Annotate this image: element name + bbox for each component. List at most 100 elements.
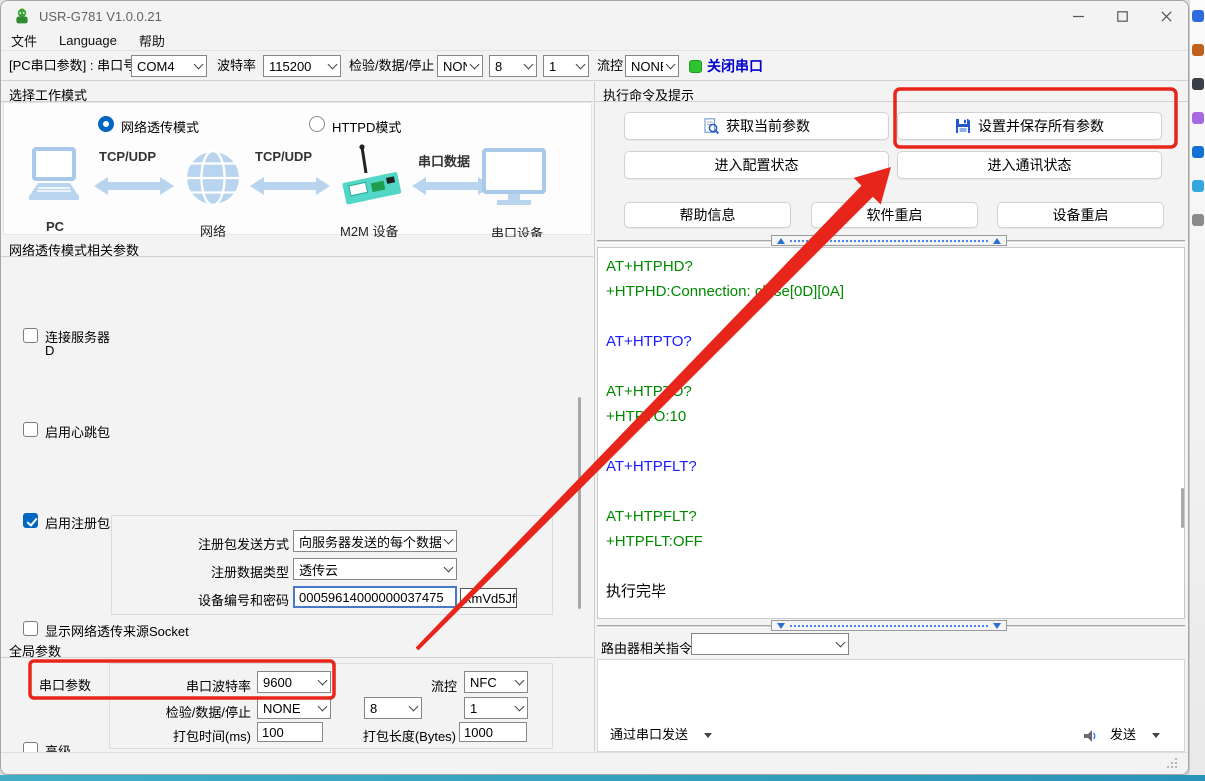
taskbar-edge <box>0 775 1205 781</box>
register-label: 启用注册包 <box>45 513 110 532</box>
bottom-splitter-handle[interactable] <box>771 620 1007 631</box>
toolbox-icon[interactable] <box>1192 44 1204 56</box>
radio-httpd[interactable] <box>309 116 325 132</box>
top-splitter-handle[interactable] <box>771 235 1007 246</box>
log-line: AT+HTPHD? <box>606 254 1176 279</box>
g-baud-select[interactable]: 9600 <box>257 671 331 693</box>
g-baud-label: 串口波特率 <box>121 676 251 695</box>
network-globe-icon <box>184 147 242 209</box>
baud-label: 波特率 <box>217 51 256 80</box>
help-info-button[interactable]: 帮助信息 <box>624 202 791 228</box>
connect-server-checkbox[interactable] <box>23 328 38 343</box>
toolbar: [PC串口参数] : 串口号 COM4 波特率 115200 检验/数据/停止 … <box>1 50 1188 81</box>
save-floppy-icon <box>955 118 971 134</box>
window-controls <box>1056 1 1188 31</box>
com-port-select[interactable]: COM4 <box>131 55 207 77</box>
g-stopbits-select[interactable]: 1 <box>464 697 528 719</box>
send-via-caret-icon[interactable] <box>704 733 712 738</box>
pc-serial-label: [PC串口参数] : 串口号 <box>9 51 136 80</box>
maximize-icon[interactable] <box>1100 1 1144 31</box>
messenger-icon[interactable] <box>1192 180 1204 192</box>
baud-select[interactable]: 115200 <box>263 55 341 77</box>
log-area[interactable]: AT+HTPHD?+HTPHD:Connection: close[0D][0A… <box>597 247 1185 619</box>
g-databits-select[interactable]: 8 <box>364 697 422 719</box>
splitter-arrow-up-icon <box>993 238 1001 244</box>
get-params-button[interactable]: 获取当前参数 <box>624 112 889 140</box>
pack-len-label: 打包长度(Bytes) <box>346 726 456 745</box>
device-password-input[interactable]: xmVd5Jf( <box>460 588 517 608</box>
connect-server-label-2: D <box>45 343 54 358</box>
menu-item-2[interactable]: Language <box>59 33 117 48</box>
g-parity-select[interactable]: NONE <box>257 697 331 719</box>
radio-httpd-label: HTTPD模式 <box>332 117 401 136</box>
log-line <box>606 429 1176 454</box>
app-window: USR-G781 V1.0.0.21 文件 Language 帮助 [PC串口参数]… <box>0 0 1189 775</box>
send-button[interactable]: 发送 <box>1110 724 1136 743</box>
splitter-dots <box>790 625 988 627</box>
set-save-params-button[interactable]: 设置并保存所有参数 <box>897 112 1162 140</box>
get-params-label: 获取当前参数 <box>726 116 810 136</box>
global-params-header: 全局参数 <box>1 638 593 658</box>
router-cmd-label: 路由器相关指令 <box>601 638 692 657</box>
work-mode-panel: 网络透传模式 HTTPD模式 PC TCP/UDP 网络 TCP/UDP <box>3 102 592 235</box>
speaker-icon <box>1082 728 1098 744</box>
menu-bar: 文件 Language 帮助 <box>1 31 165 50</box>
enter-config-button[interactable]: 进入配置状态 <box>624 151 889 179</box>
minimize-icon[interactable] <box>1056 1 1100 31</box>
work-mode-header: 选择工作模式 <box>1 82 593 102</box>
router-cmd-select[interactable] <box>691 633 849 655</box>
serial-params-label: 串口参数 <box>39 675 91 694</box>
pack-len-input[interactable]: 1000 <box>459 722 527 742</box>
splitter-arrow-up-icon <box>777 238 785 244</box>
heartbeat-checkbox[interactable] <box>23 422 38 437</box>
log-line: +HTPHD:Connection: close[0D][0A] <box>606 279 1176 304</box>
send-via-serial-button[interactable]: 通过串口发送 <box>610 724 688 743</box>
g-flow-label: 流控 <box>393 676 457 695</box>
menu-item-1[interactable]: 文件 <box>11 31 37 50</box>
close-port-button[interactable]: 关闭串口 <box>707 51 763 81</box>
copilot-icon[interactable] <box>1192 112 1204 124</box>
double-arrow-icon <box>248 175 332 197</box>
contacts-icon[interactable] <box>1192 78 1204 90</box>
stopbits-select[interactable]: 1 <box>543 55 589 77</box>
reg-data-type-select[interactable]: 透传云 <box>293 558 457 580</box>
software-restart-button[interactable]: 软件重启 <box>811 202 978 228</box>
heartbeat-label: 启用心跳包 <box>45 422 110 441</box>
m2m-device-icon <box>338 143 408 209</box>
send-caret-icon[interactable] <box>1152 733 1160 738</box>
register-checkbox[interactable] <box>23 513 38 528</box>
add-plus-icon[interactable] <box>1192 214 1204 226</box>
device-id-input[interactable]: 00059614000000037475 <box>293 586 457 608</box>
log-line: +HTPTO:10 <box>606 404 1176 429</box>
reg-send-mode-label: 注册包发送方式 <box>121 534 289 553</box>
outlook-icon[interactable] <box>1192 146 1204 158</box>
diagram-link1-label: TCP/UDP <box>99 149 156 164</box>
serial-device-monitor-icon <box>482 147 546 209</box>
reg-send-mode-select[interactable]: 向服务器发送的每个数据包 <box>293 530 457 552</box>
device-restart-button[interactable]: 设备重启 <box>997 202 1164 228</box>
flow-select[interactable]: NONE <box>625 55 679 77</box>
pc-laptop-icon <box>22 147 86 207</box>
left-panel-scrollbar[interactable] <box>578 397 581 609</box>
help-info-label: 帮助信息 <box>680 205 736 225</box>
resize-grip-icon[interactable] <box>1167 756 1179 768</box>
log-line: 执行完毕 <box>606 579 1176 604</box>
radio-net-passthrough[interactable] <box>98 116 114 132</box>
flow-label: 流控 <box>597 51 623 80</box>
diagram-pc-label: PC <box>46 219 64 234</box>
show-socket-checkbox[interactable] <box>23 621 38 636</box>
databits-select[interactable]: 8 <box>489 55 537 77</box>
parity-select[interactable]: NONI <box>437 55 483 77</box>
log-scrollbar[interactable] <box>1181 488 1184 528</box>
menu-item-3[interactable]: 帮助 <box>139 31 165 50</box>
window-title: USR-G781 V1.0.0.21 <box>39 9 162 24</box>
g-flow-select[interactable]: NFC <box>464 671 528 693</box>
pack-time-input[interactable]: 100 <box>257 722 323 742</box>
log-line: +HTPFLT:OFF <box>606 529 1176 554</box>
send-input-area[interactable]: 通过串口发送 发送 <box>597 659 1185 752</box>
enter-comm-button[interactable]: 进入通讯状态 <box>897 151 1162 179</box>
log-line <box>606 354 1176 379</box>
close-icon[interactable] <box>1144 1 1188 31</box>
app-blue-diamond-icon[interactable] <box>1192 10 1204 22</box>
log-line <box>606 479 1176 504</box>
